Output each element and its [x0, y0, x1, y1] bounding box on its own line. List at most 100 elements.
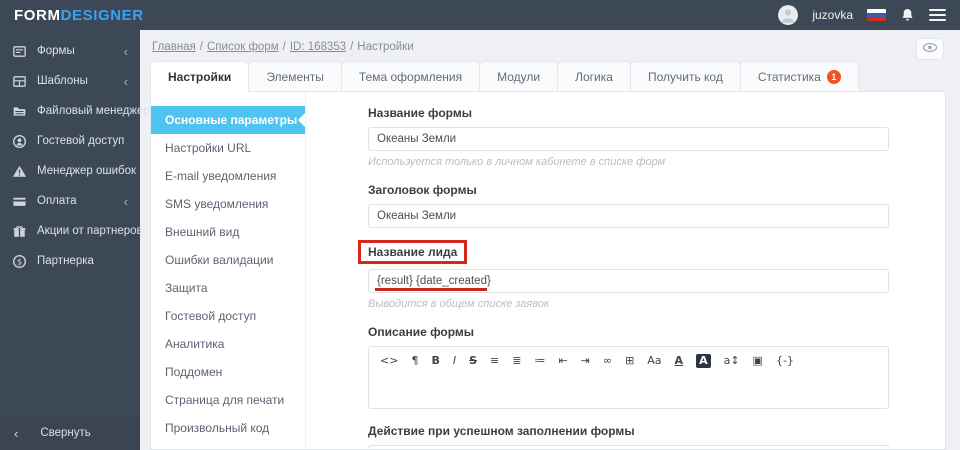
subnav-item-analytics[interactable]: Аналитика — [151, 330, 305, 358]
bg-color-icon[interactable]: A — [696, 354, 711, 368]
description-editor-body[interactable] — [369, 374, 888, 408]
annotation-red-underline — [375, 288, 487, 291]
description-editor: <> ¶ B I S ≡ ≣ ≔ ⇤ ⇥ ∞ ⊞ Aa A Aa↕ ▣ {-} — [368, 346, 889, 409]
sidebar-item-forms[interactable]: Формы ‹ — [0, 36, 140, 66]
tab-get-code[interactable]: Получить код — [629, 61, 741, 92]
bold-icon[interactable]: B — [431, 354, 439, 368]
field-form-name: Название формы Используется только в лич… — [368, 106, 889, 168]
field-lead-name: Название лида Выводится в общем списке з… — [358, 240, 889, 310]
form-title-input[interactable] — [368, 204, 889, 228]
rich-text-toolbar: <> ¶ B I S ≡ ≣ ≔ ⇤ ⇥ ∞ ⊞ Aa A Aa↕ ▣ {-} — [369, 347, 888, 374]
field-success-action: Действие при успешном заполнении формы П… — [368, 424, 889, 449]
sidebar-item-label: Менеджер ошибок — [37, 165, 137, 177]
sidebar-collapse-button[interactable]: ‹ Свернуть — [0, 416, 140, 450]
breadcrumb: Главная / Список форм / ID: 168353/Настройки — [140, 30, 960, 61]
font-family-icon[interactable]: Aa — [647, 354, 661, 368]
code-icon[interactable]: <> — [380, 354, 398, 368]
tab-elements[interactable]: Элементы — [248, 61, 342, 92]
preview-form-button[interactable] — [916, 38, 944, 60]
sidebar-item-label: Формы — [37, 45, 75, 57]
subnav-item-sms-notifications[interactable]: SMS уведомления — [151, 190, 305, 218]
form-description-label: Описание формы — [368, 325, 475, 339]
sidebar-item-partner-promos[interactable]: Акции от партнеров — [0, 216, 143, 246]
subnav-item-validation-errors[interactable]: Ошибки валидации — [151, 246, 305, 274]
sidebar: Формы ‹ Шаблоны ‹ Файловый менеджер Гост… — [0, 30, 150, 450]
chevron-left-icon: ‹ — [123, 73, 128, 89]
error-manager-icon — [12, 164, 27, 179]
unordered-list-icon[interactable]: ≔ — [534, 354, 545, 368]
logo-text-form: FORM — [14, 6, 61, 24]
header-actions: juzovka — [778, 5, 946, 25]
sidebar-item-file-manager[interactable]: Файловый менеджер — [0, 96, 150, 126]
tab-settings[interactable]: Настройки — [150, 61, 250, 92]
payment-card-icon — [12, 194, 27, 209]
sidebar-item-label: Шаблоны — [37, 75, 88, 87]
statistics-badge: 1 — [826, 70, 841, 84]
breadcrumb-current: Настройки — [357, 41, 414, 53]
breadcrumb-separator: / — [199, 41, 203, 53]
align-icon[interactable]: ≡ — [490, 354, 499, 368]
subnav-item-guest-access[interactable]: Гостевой доступ — [151, 302, 305, 330]
sidebar-item-label: Файловый менеджер — [37, 105, 150, 117]
sidebar-item-guest-access[interactable]: Гостевой доступ — [0, 126, 140, 156]
tab-theme[interactable]: Тема оформления — [340, 61, 481, 92]
ordered-list-icon[interactable]: ≣ — [512, 354, 521, 368]
link-icon[interactable]: ∞ — [603, 354, 612, 368]
variable-icon[interactable]: {-} — [776, 354, 794, 368]
sidebar-item-templates[interactable]: Шаблоны ‹ — [0, 66, 140, 96]
lead-name-hint: Выводится в общем списке заявок — [368, 298, 550, 310]
font-size-icon[interactable]: a↕ — [724, 354, 740, 368]
app-logo[interactable]: FORMDESIGNER — [14, 7, 144, 24]
user-avatar[interactable] — [778, 5, 799, 25]
language-flag-ru-icon[interactable] — [867, 9, 886, 21]
subnav-item-appearance[interactable]: Внешний вид — [151, 218, 305, 246]
subnav-item-url-settings[interactable]: Настройки URL — [151, 134, 305, 162]
field-form-title: Заголовок формы — [368, 183, 889, 228]
success-action-select[interactable]: Показывать текст на отдельной странице ▼ — [368, 445, 889, 449]
guest-access-icon — [12, 134, 27, 149]
templates-icon — [12, 74, 27, 89]
subnav-item-general[interactable]: Основные параметры — [151, 106, 305, 134]
notifications-bell-icon[interactable] — [900, 7, 915, 23]
settings-content: Название формы Используется только в лич… — [306, 92, 945, 449]
subnav-item-email-notifications[interactable]: E-mail уведомления — [151, 162, 305, 190]
sidebar-item-payment[interactable]: Оплата ‹ — [0, 186, 140, 216]
username[interactable]: juzovka — [812, 8, 853, 22]
tab-modules[interactable]: Модули — [479, 61, 559, 92]
breadcrumb-separator: / — [282, 41, 286, 53]
breadcrumb-form-id-link[interactable]: ID: 168353 — [290, 41, 346, 53]
form-name-label: Название формы — [368, 106, 472, 120]
form-tabs: Настройки Элементы Тема оформления Модул… — [150, 61, 960, 92]
logo-text-designer: DESIGNER — [60, 6, 144, 24]
paragraph-icon[interactable]: ¶ — [411, 354, 418, 368]
indent-icon[interactable]: ⇥ — [581, 354, 590, 368]
subnav-item-print-page[interactable]: Страница для печати — [151, 386, 305, 414]
subnav-item-custom-code[interactable]: Произвольный код — [151, 414, 305, 442]
outdent-icon[interactable]: ⇤ — [558, 354, 567, 368]
italic-icon[interactable]: I — [453, 354, 456, 368]
sidebar-item-affiliate[interactable]: $ Партнерка — [0, 246, 140, 276]
file-manager-icon — [12, 104, 27, 119]
tab-logic[interactable]: Логика — [557, 61, 631, 92]
breadcrumb-home-link[interactable]: Главная — [152, 41, 196, 53]
chevron-left-icon: ‹ — [123, 193, 128, 209]
dollar-circle-icon: $ — [12, 254, 27, 269]
strikethrough-icon[interactable]: S — [469, 354, 477, 368]
subnav-item-subdomain[interactable]: Поддомен — [151, 358, 305, 386]
sidebar-item-label: Акции от партнеров — [37, 225, 143, 237]
form-name-input[interactable] — [368, 127, 889, 151]
subnav-item-protection[interactable]: Защита — [151, 274, 305, 302]
breadcrumb-forms-list-link[interactable]: Список форм — [207, 41, 279, 53]
text-color-icon[interactable]: A — [675, 354, 684, 368]
settings-panel: Основные параметры Настройки URL E-mail … — [150, 91, 946, 450]
main-area: Главная / Список форм / ID: 168353/Настройки… — [140, 30, 960, 450]
collapse-label: Свернуть — [40, 427, 91, 439]
sidebar-item-label: Оплата — [37, 195, 77, 207]
breadcrumb-separator: / — [350, 41, 354, 53]
form-title-label: Заголовок формы — [368, 183, 477, 197]
table-icon[interactable]: ⊞ — [625, 354, 634, 368]
tab-statistics[interactable]: Статистика 1 — [739, 61, 859, 92]
sidebar-item-error-manager[interactable]: Менеджер ошибок — [0, 156, 140, 186]
menu-hamburger-icon[interactable] — [929, 9, 946, 21]
image-icon[interactable]: ▣ — [753, 354, 763, 368]
